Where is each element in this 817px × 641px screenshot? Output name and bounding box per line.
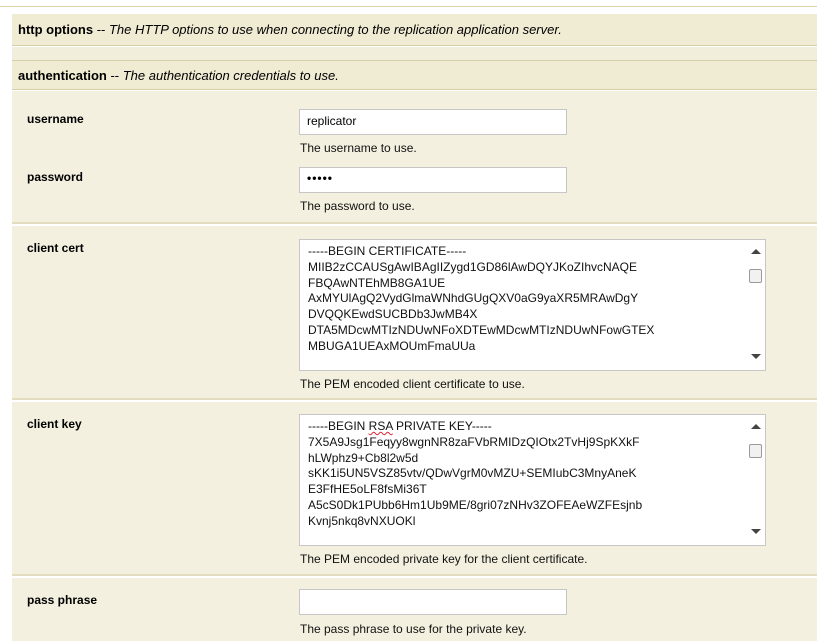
scroll-down-arrow-icon[interactable] [751, 354, 761, 359]
scroll-down-arrow-icon[interactable] [751, 529, 761, 534]
client-cert-textarea[interactable]: -----BEGIN CERTIFICATE----- MIIB2zCCAUSgA… [299, 239, 766, 371]
client-key-textarea[interactable]: -----BEGIN RSA PRIVATE KEY----- 7X5A9Jsg… [299, 414, 766, 546]
pass-phrase-field[interactable] [299, 589, 567, 615]
client-cert-help: The PEM encoded client certificate to us… [300, 377, 525, 391]
top-divider [0, 6, 817, 7]
password-field[interactable]: ••••• [299, 167, 567, 193]
password-help: The password to use. [300, 199, 415, 213]
key-line-1: 7X5A9Jsg1Feqyy8wgnNR8zaFVbRMIDzQIOtx2TvH… [308, 434, 640, 449]
key-header-word: RSA [368, 419, 393, 433]
cert-line-5: DTA5MDcwMTIzNDUwNFoXDTEwMDcwMTIzNDUwNFow… [308, 322, 655, 337]
client-cert-text: -----BEGIN CERTIFICATE----- MIIB2zCCAUSgA… [308, 244, 748, 355]
authentication-description: The authentication credentials to use. [122, 67, 339, 83]
pass-phrase-help: The pass phrase to use for the private k… [300, 622, 527, 636]
cert-line-2: FBQAwNTEhMB8GA1UE [308, 275, 446, 290]
authentication-header: authentication -- The authentication cre… [12, 60, 817, 90]
username-field[interactable]: replicator [299, 109, 567, 135]
scroll-up-arrow-icon[interactable] [751, 249, 761, 254]
key-line-0: -----BEGIN RSA PRIVATE KEY----- [308, 419, 492, 433]
cert-line-1: MIIB2zCCAUSgAwIBAgIIZygd1GD86lAwDQYJKoZI… [308, 259, 638, 274]
cert-line-3: AxMYUlAgQ2VydGlmaWNhdGUgQXV0aG9yaXR5MRAw… [308, 291, 639, 306]
client-key-text: -----BEGIN RSA PRIVATE KEY----- 7X5A9Jsg… [308, 419, 748, 530]
key-line-3: sKK1i5UN5VSZ85vtv/QDwVgrM0vMZU+SEMIubC3M… [308, 466, 637, 481]
credentials-panel: username replicator The username to use.… [12, 91, 817, 224]
http-options-title: http options [18, 22, 94, 37]
client-cert-label: client cert [27, 241, 84, 255]
username-help: The username to use. [300, 141, 417, 155]
authentication-title: authentication [18, 67, 107, 83]
cert-line-6: MBUGA1UEAxMOUmFmaUUa [308, 338, 476, 353]
client-key-panel: client key -----BEGIN RSA PRIVATE KEY---… [12, 402, 817, 576]
client-key-scrollbar[interactable] [748, 416, 764, 544]
section-gap [12, 47, 817, 60]
client-key-label: client key [27, 417, 82, 431]
scroll-thumb[interactable] [749, 269, 762, 283]
authentication-separator: -- [106, 67, 123, 83]
http-options-header: http options -- The HTTP options to use … [12, 14, 817, 46]
scroll-up-arrow-icon[interactable] [751, 424, 761, 429]
pass-phrase-label: pass phrase [27, 593, 98, 607]
key-line-2: hLWphz9+Cb8l2w5d [308, 450, 419, 465]
client-cert-scrollbar[interactable] [748, 241, 764, 369]
client-cert-panel: client cert -----BEGIN CERTIFICATE----- M… [12, 226, 817, 400]
key-header-prefix: -----BEGIN [308, 419, 369, 433]
cert-line-4: DVQQKEwdSUCBDb3JwMB4X [308, 307, 478, 322]
client-key-help: The PEM encoded private key for the clie… [300, 552, 588, 566]
username-label: username [27, 112, 84, 126]
cert-line-0: -----BEGIN CERTIFICATE----- [308, 244, 467, 258]
pass-phrase-panel: pass phrase The pass phrase to use for t… [12, 578, 817, 641]
key-line-5: A5cS0Dk1PUbb6Hm1Ub9ME/8gri07zNHv3ZOFEAeW… [308, 497, 643, 512]
key-header-suffix: PRIVATE KEY----- [392, 419, 492, 433]
http-options-separator: -- [93, 22, 109, 37]
scroll-thumb[interactable] [749, 444, 762, 458]
http-options-description: The HTTP options to use when connecting … [108, 22, 562, 37]
key-line-4: E3FfHE5oLF8fsMi36T [308, 482, 427, 497]
key-line-6: Kvnj5nkq8vNXUOKl [308, 513, 416, 528]
password-label: password [27, 170, 84, 184]
